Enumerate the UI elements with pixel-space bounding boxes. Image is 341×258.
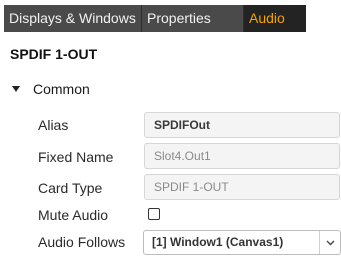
panel-title: SPDIF 1-OUT [10,46,98,62]
group-common-header[interactable]: Common [12,80,90,98]
fixed-name-field: Slot4.Out1 [144,143,340,169]
chevron-down-glyph [326,240,334,245]
tab-audio[interactable]: Audio [243,5,306,32]
audio-follows-dropdown[interactable]: [1] Window1 (Canvas1) [143,230,341,255]
tab-strip: Displays & Windows Properties Audio [4,5,306,32]
audio-follows-label: Audio Follows [38,234,126,250]
mute-audio-checkbox[interactable] [148,208,160,220]
tab-displays-windows[interactable]: Displays & Windows [4,5,141,32]
audio-follows-value: [1] Window1 (Canvas1) [152,235,284,249]
group-common-label: Common [33,81,90,97]
alias-label: Alias [38,117,69,133]
tab-bar: Displays & Windows Properties Audio [0,0,341,35]
tab-properties[interactable]: Properties [141,5,243,32]
audio-properties-panel: Displays & Windows Properties Audio SPDI… [0,0,341,258]
alias-field[interactable]: SPDIFOut [144,112,340,138]
card-type-field: SPDIF 1-OUT [144,174,340,200]
chevron-down-icon[interactable] [319,231,340,254]
card-type-label: Card Type [38,180,103,196]
mute-audio-label: Mute Audio [38,207,109,223]
fixed-name-label: Fixed Name [38,149,114,165]
caret-down-icon[interactable] [12,86,20,92]
